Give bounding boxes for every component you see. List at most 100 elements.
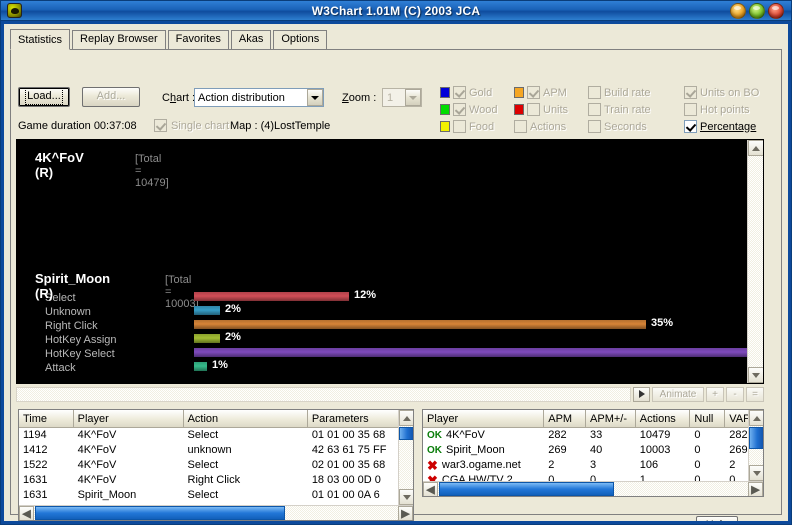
- players-scroll-up-button[interactable]: [749, 410, 763, 426]
- players-scroll-thumb[interactable]: [749, 427, 763, 449]
- train-rate-checkbox: [588, 103, 601, 116]
- tab-statistics[interactable]: Statistics: [10, 29, 71, 50]
- column-header-action[interactable]: Action: [184, 410, 308, 427]
- legend-item-gold[interactable]: Gold: [440, 86, 514, 99]
- zoom-label: Zoom :: [342, 92, 377, 104]
- bar-label-1-3: HotKey Assign: [45, 334, 117, 346]
- chart-bar-value-1-3: 2%: [225, 331, 241, 343]
- zoom-in-button[interactable]: +: [706, 386, 724, 402]
- column-header-apm[interactable]: APM: [544, 410, 587, 427]
- gold-checkbox: [453, 86, 466, 99]
- actions-scroll-up-button[interactable]: [399, 410, 413, 426]
- legend-item-wood[interactable]: Wood: [440, 103, 514, 116]
- tab-options[interactable]: Options: [273, 30, 328, 49]
- actions-scroll-thumb[interactable]: [399, 427, 413, 440]
- column-header-player[interactable]: Player: [423, 410, 545, 427]
- table-row[interactable]: 1412 4K^FoV unknown 42 63 61 75 FF: [19, 443, 413, 458]
- actions-scroll-down-button[interactable]: [399, 489, 413, 505]
- table-row[interactable]: 1631 Spirit_Moon Select 01 01 00 0A 6: [19, 488, 413, 503]
- cell-action: unknown: [187, 444, 232, 456]
- app-icon: [7, 3, 22, 18]
- column-header-player[interactable]: Player: [74, 410, 184, 427]
- table-row[interactable]: 1522 4K^FoV Select 02 01 00 35 68: [19, 458, 413, 473]
- legend-item-seconds[interactable]: Seconds: [588, 120, 684, 133]
- apm-color-swatch: [514, 87, 524, 98]
- chart-scroll-down-button[interactable]: [748, 367, 763, 383]
- legend-item-train-rate[interactable]: Train rate: [588, 103, 684, 116]
- actions-scroll-left-button[interactable]: ◀: [19, 505, 34, 520]
- players-scroll-right-button[interactable]: ▶: [748, 481, 763, 496]
- cell-player: OK Spirit_Moon: [423, 443, 544, 458]
- players-hscroll-thumb[interactable]: [439, 482, 614, 496]
- legend-item-food[interactable]: Food: [440, 120, 514, 133]
- zoom-reset-button[interactable]: =: [746, 386, 764, 402]
- tab-favorites[interactable]: Favorites: [167, 30, 229, 49]
- actions-scrollbar-horizontal[interactable]: ◀ ▶: [19, 505, 413, 520]
- animate-toolbar: Animate + - =: [16, 386, 764, 402]
- cell-apm: 269: [548, 444, 567, 456]
- table-row[interactable]: OK 4K^FoV 282 33 10479 0 282: [423, 428, 763, 443]
- series-toggles: Gold APM Build rate Units on BO Wood Uni…: [440, 84, 778, 136]
- players-scroll-down-button[interactable]: [749, 465, 763, 481]
- play-icon[interactable]: [633, 386, 650, 402]
- table-row[interactable]: ✖ war3.ogame.net 2 3 106 0 2: [423, 458, 763, 473]
- single-chart-checkbox[interactable]: Single chart: [154, 119, 229, 132]
- column-header-null[interactable]: Null: [690, 410, 726, 427]
- cell-action: Right Click: [187, 474, 241, 486]
- legend-item-hot-points[interactable]: Hot points: [684, 103, 778, 116]
- players-scrollbar-vertical[interactable]: [748, 410, 763, 481]
- animate-button[interactable]: Animate: [652, 386, 704, 402]
- legend-item-units[interactable]: Units: [514, 103, 588, 116]
- players-table: Player APM APM+/- Actions Null VAPM OK 4K…: [422, 409, 764, 497]
- chevron-down-icon[interactable]: [307, 89, 323, 106]
- add-button[interactable]: Add...: [82, 87, 140, 107]
- zoom-out-button[interactable]: -: [726, 386, 744, 402]
- table-row[interactable]: OK Spirit_Moon 269 40 10003 0 269: [423, 443, 763, 458]
- legend-item-units-on-bo[interactable]: Units on BO: [684, 86, 778, 99]
- legend-label-food: Food: [469, 120, 495, 133]
- animate-track[interactable]: [16, 386, 631, 402]
- legend-label-wood: Wood: [469, 103, 498, 116]
- cell-action: Select: [187, 459, 219, 471]
- players-scroll-left-button[interactable]: ◀: [423, 481, 438, 496]
- chart-type-select[interactable]: Action distribution: [194, 88, 324, 107]
- players-scrollbar-horizontal[interactable]: ◀ ▶: [423, 481, 763, 496]
- close-button[interactable]: [768, 2, 784, 19]
- actions-scroll-right-button[interactable]: ▶: [398, 505, 413, 520]
- tab-akas[interactable]: Akas: [230, 30, 272, 49]
- player-name: war3.ogame.net: [441, 459, 521, 471]
- legend-item-actions[interactable]: Actions: [514, 120, 588, 133]
- zoom-input[interactable]: 1: [382, 88, 422, 107]
- legend-item-build-rate[interactable]: Build rate: [588, 86, 684, 99]
- help-button[interactable]: Help: [696, 516, 738, 521]
- chart-type-value: Action distribution: [198, 91, 285, 104]
- table-row[interactable]: 1631 4K^FoV Right Click 18 03 00 0D 0: [19, 473, 413, 488]
- gold-color-swatch: [440, 87, 450, 98]
- column-header-time[interactable]: Time: [19, 410, 74, 427]
- title-bar: W3Chart 1.01M (C) 2003 JCA: [1, 1, 791, 21]
- legend-item-apm[interactable]: APM: [514, 86, 588, 99]
- tab-bar: Statistics Replay Browser Favorites Akas…: [10, 29, 782, 50]
- cell-apm-pm: 33: [590, 429, 603, 441]
- wood-checkbox: [453, 103, 466, 116]
- chart-scrollbar-vertical[interactable]: [747, 140, 763, 383]
- zoom-chevron-down-icon[interactable]: [405, 89, 421, 106]
- load-button[interactable]: Load...: [18, 87, 70, 107]
- units-on-bo-checkbox: [684, 86, 697, 99]
- player-name: Spirit_Moon: [446, 444, 505, 456]
- table-row[interactable]: 1194 4K^FoV Select 01 01 00 35 68: [19, 428, 413, 443]
- actions-hscroll-thumb[interactable]: [35, 506, 285, 520]
- tab-replay-browser[interactable]: Replay Browser: [72, 30, 166, 49]
- chart-scroll-up-button[interactable]: [748, 140, 763, 156]
- maximize-button[interactable]: [749, 2, 765, 19]
- food-color-swatch: [440, 121, 450, 132]
- minimize-button[interactable]: [730, 2, 746, 19]
- actions-scrollbar-vertical[interactable]: [398, 410, 413, 505]
- cell-player: 4K^FoV: [77, 429, 117, 441]
- legend-label-units: Units: [543, 103, 569, 116]
- legend-item-percentage[interactable]: Percentage: [684, 120, 778, 133]
- column-header-apm-pm[interactable]: APM+/-: [586, 410, 636, 427]
- legend-label-gold: Gold: [469, 86, 493, 99]
- help-button-label: Help: [706, 519, 729, 521]
- column-header-actions[interactable]: Actions: [636, 410, 691, 427]
